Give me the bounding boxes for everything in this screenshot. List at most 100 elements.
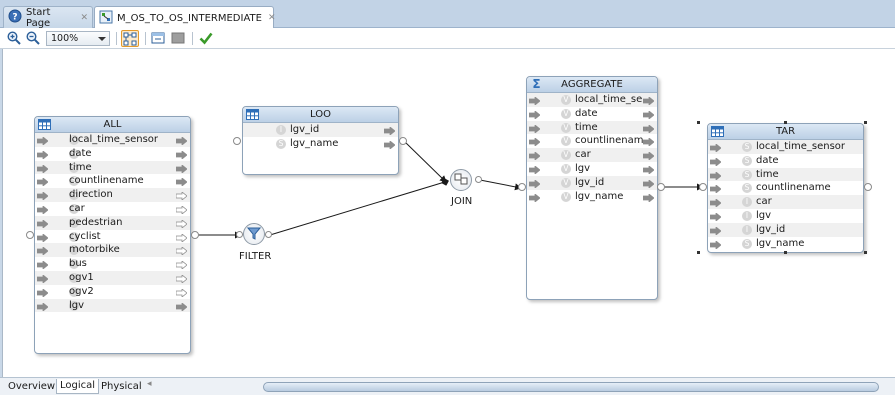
output-arrow-icon[interactable]	[642, 192, 655, 204]
output-arrow-icon[interactable]	[175, 177, 188, 188]
input-port[interactable]	[518, 183, 526, 191]
tab-mapping[interactable]: M_OS_TO_OS_INTERMEDIATE ✕	[94, 6, 276, 29]
input-port[interactable]	[233, 137, 241, 145]
lookup-datastore-loo[interactable]: LOO Ilgv_id Slgv_name	[242, 106, 399, 175]
node-header[interactable]: LOO	[243, 107, 398, 123]
input-arrow-icon[interactable]	[709, 212, 722, 223]
tab-logical[interactable]: Logical	[56, 379, 100, 394]
input-arrow-icon[interactable]	[36, 246, 49, 257]
attribute-row[interactable]: Vlocal_time_se	[527, 93, 657, 107]
output-arrow-icon[interactable]	[175, 232, 188, 244]
output-arrow-icon[interactable]	[642, 165, 655, 176]
selection-handle[interactable]	[697, 121, 700, 124]
output-arrow-icon[interactable]	[175, 260, 188, 271]
attribute-row[interactable]: Icar	[708, 195, 863, 209]
close-icon[interactable]: ✕	[268, 13, 276, 23]
validate-check-icon[interactable]	[198, 30, 214, 46]
scroll-left-icon[interactable]: ◂	[147, 379, 152, 389]
horizontal-scrollbar[interactable]	[263, 382, 879, 392]
input-arrow-icon[interactable]	[36, 260, 49, 271]
selection-handle[interactable]	[784, 251, 787, 254]
attribute-row[interactable]: Iogv2	[35, 285, 190, 299]
input-arrow-icon[interactable]	[709, 225, 722, 237]
input-arrow-icon[interactable]	[36, 205, 49, 216]
input-arrow-icon[interactable]	[528, 192, 541, 204]
attribute-row[interactable]: Ilgv_id	[243, 123, 398, 137]
close-icon[interactable]: ✕	[80, 13, 88, 23]
output-port[interactable]	[475, 176, 482, 183]
output-arrow-icon[interactable]	[642, 109, 655, 121]
attribute-row[interactable]: Ilgv_id	[708, 222, 863, 237]
input-arrow-icon[interactable]	[528, 96, 541, 107]
attribute-row[interactable]: Iogv1	[35, 270, 190, 285]
target-datastore-tar[interactable]: TAR Slocal_time_sensor Sdate Stime Scountli…	[707, 123, 864, 253]
auto-layout-icon[interactable]	[121, 30, 139, 47]
output-arrow-icon[interactable]	[175, 287, 188, 299]
attribute-row[interactable]: Vcar	[527, 148, 657, 162]
input-port[interactable]	[699, 183, 707, 191]
output-port[interactable]	[191, 231, 199, 239]
input-arrow-icon[interactable]	[528, 109, 541, 121]
input-arrow-icon[interactable]	[528, 137, 541, 148]
input-arrow-icon[interactable]	[36, 163, 49, 175]
input-arrow-icon[interactable]	[528, 123, 541, 135]
input-arrow-icon[interactable]	[709, 156, 722, 168]
output-port[interactable]	[265, 231, 272, 238]
attribute-row[interactable]: Scountlinename	[35, 174, 190, 188]
input-arrow-icon[interactable]	[709, 184, 722, 195]
attribute-row[interactable]: Imotorbike	[35, 243, 190, 258]
filter-operator[interactable]	[243, 223, 265, 245]
attribute-row[interactable]: Sdirection	[35, 188, 190, 202]
attribute-row[interactable]: Slgv_name	[708, 237, 863, 251]
output-arrow-icon[interactable]	[642, 151, 655, 162]
input-arrow-icon[interactable]	[36, 218, 49, 230]
output-arrow-icon[interactable]	[175, 163, 188, 175]
output-arrow-icon[interactable]	[383, 139, 396, 151]
aggregate-component[interactable]: Σ AGGREGATE Vlocal_time_se Vdate Vtime Vcoun…	[526, 76, 658, 300]
input-arrow-icon[interactable]	[709, 170, 722, 182]
attribute-row[interactable]: Sdate	[35, 147, 190, 161]
input-arrow-icon[interactable]	[709, 239, 722, 251]
node-header[interactable]: TAR	[708, 124, 863, 140]
tab-overview[interactable]: Overview	[4, 379, 59, 394]
output-port[interactable]	[657, 183, 665, 191]
input-arrow-icon[interactable]	[709, 143, 722, 154]
zoom-select[interactable]: 100%	[46, 31, 110, 46]
attribute-row[interactable]: Slocal_time_sensor	[708, 140, 863, 154]
attribute-row[interactable]: Icyclist	[35, 230, 190, 244]
output-port[interactable]	[399, 137, 407, 145]
expand-icon[interactable]	[150, 30, 166, 46]
selection-handle[interactable]	[864, 121, 867, 124]
selection-handle[interactable]	[697, 251, 700, 254]
output-arrow-icon[interactable]	[175, 274, 188, 285]
output-arrow-icon[interactable]	[175, 301, 188, 313]
tab-physical[interactable]: Physical	[97, 379, 146, 394]
attribute-row[interactable]: Stime	[35, 160, 190, 175]
output-arrow-icon[interactable]	[383, 126, 396, 137]
output-arrow-icon[interactable]	[175, 246, 188, 257]
attribute-row[interactable]: Ilgv	[708, 209, 863, 223]
input-port[interactable]	[236, 231, 243, 238]
output-arrow-icon[interactable]	[175, 191, 188, 202]
input-arrow-icon[interactable]	[36, 232, 49, 244]
attribute-row[interactable]: Ipedestrian	[35, 215, 190, 230]
attribute-row[interactable]: Scountlinename	[708, 181, 863, 195]
selection-handle[interactable]	[864, 251, 867, 254]
input-arrow-icon[interactable]	[36, 136, 49, 147]
output-arrow-icon[interactable]	[175, 136, 188, 147]
input-arrow-icon[interactable]	[709, 198, 722, 209]
output-arrow-icon[interactable]	[175, 205, 188, 216]
input-arrow-icon[interactable]	[36, 149, 49, 161]
attribute-row[interactable]: Icar	[35, 202, 190, 216]
input-arrow-icon[interactable]	[528, 165, 541, 176]
input-arrow-icon[interactable]	[528, 178, 541, 190]
attribute-row[interactable]: Vtime	[527, 120, 657, 135]
attribute-row[interactable]: Slgv_name	[243, 137, 398, 151]
attribute-row[interactable]: Ibus	[35, 257, 190, 271]
attribute-row[interactable]: Vlgv_id	[527, 175, 657, 190]
attribute-row[interactable]: Slocal_time_sensor	[35, 133, 190, 147]
zoom-out-icon[interactable]	[25, 30, 41, 46]
input-arrow-icon[interactable]	[36, 301, 49, 313]
input-arrow-icon[interactable]	[36, 191, 49, 202]
output-port[interactable]	[864, 183, 872, 191]
